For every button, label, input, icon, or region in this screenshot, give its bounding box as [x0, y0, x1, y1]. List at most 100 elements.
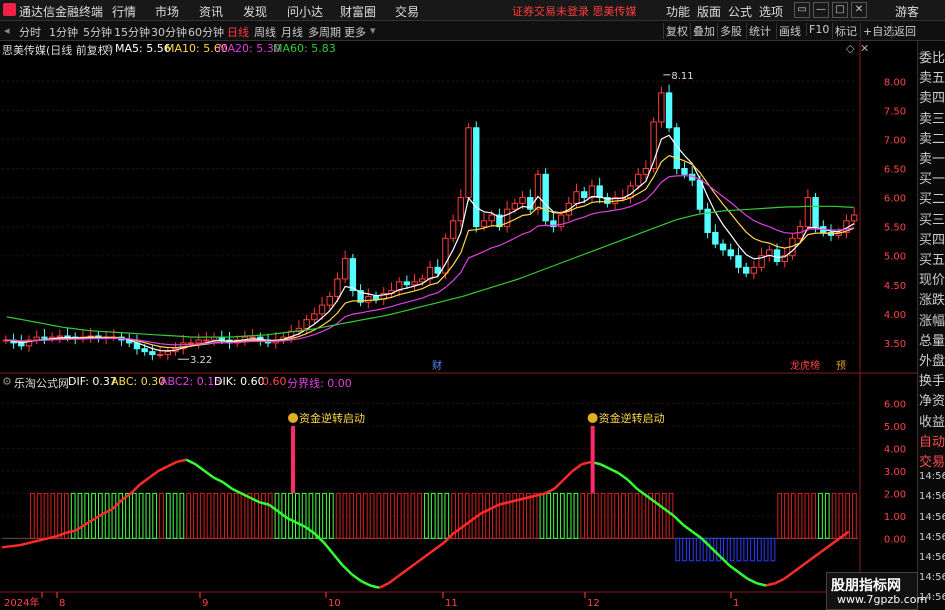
dif-line-segment	[231, 487, 242, 495]
menu-caifuquan[interactable]: 财富圈	[340, 3, 376, 20]
dif-line-segment	[673, 514, 684, 526]
candle-body	[727, 249, 734, 257]
price-tick-label: 5.50	[884, 223, 906, 234]
tab-weekly[interactable]: 周线	[254, 24, 276, 40]
dif-line-segment	[157, 465, 169, 473]
tab-5min[interactable]: 5分钟	[83, 24, 112, 40]
dif-line-segment	[553, 478, 565, 490]
candle-body	[326, 295, 333, 306]
tab-daily[interactable]: 日线	[227, 24, 249, 40]
side-panel-item: 14:56	[919, 552, 945, 563]
menu-shichang[interactable]: 市场	[155, 3, 179, 20]
dif-line-segment	[461, 519, 473, 529]
candle-body	[665, 92, 673, 129]
btn-tongji[interactable]: 统计	[746, 23, 773, 39]
dif-line-segment	[323, 542, 335, 555]
indicator-bar	[750, 537, 755, 562]
dif-line-segment	[29, 539, 40, 545]
side-panel-item: 卖三	[919, 111, 945, 127]
side-panel-item: 卖一	[919, 152, 945, 167]
dif-line-segment	[240, 492, 252, 499]
indicator-header: ⚙ 乐淘公式网 DIF: 0.37 ABC: 0.30 ABC2: 0.15 D…	[0, 374, 880, 390]
tab-15min[interactable]: 15分钟	[114, 24, 150, 40]
minimize-icon[interactable]: —	[813, 2, 829, 18]
toolbar-collapse-icon[interactable]: ◂	[4, 24, 10, 37]
dif-line-segment	[433, 541, 445, 551]
menu-xuanxiang[interactable]: 选项	[759, 3, 783, 20]
candle-body	[642, 167, 650, 175]
price-ma-lines: 8.11 3.22 财 龙虎榜 预	[5, 71, 855, 372]
pane-close-icon[interactable]: ✕	[860, 42, 869, 55]
settings-icon[interactable]: ⚙	[104, 42, 114, 55]
tab-more[interactable]: 更多	[344, 24, 366, 40]
dif-line-segment	[369, 584, 380, 589]
watermark-logo: 股朋指标网 www.7gpzb.com	[826, 572, 927, 610]
tab-30min[interactable]: 30分钟	[151, 24, 187, 40]
menu-jiaoyi[interactable]: 交易	[395, 3, 419, 20]
dif-line-segment	[802, 557, 813, 567]
tab-multi-period[interactable]: 多周期	[308, 24, 341, 40]
money-bag-icon	[587, 412, 598, 423]
period-toolbar: ◂ 分时 1分钟 5分钟 15分钟 30分钟 60分钟 日线 周线 月线 多周期…	[0, 21, 945, 41]
close-icon[interactable]: ✕	[851, 2, 867, 18]
price-tick-label: 8.00	[884, 77, 906, 88]
restore-icon[interactable]: ▭	[794, 2, 810, 18]
dif-line-segment	[838, 530, 850, 540]
candle-body	[635, 173, 642, 187]
side-panel-item: 14:56	[919, 531, 945, 543]
candle-body	[403, 281, 411, 286]
dif-line-segment	[452, 526, 463, 535]
dif-line-segment	[111, 499, 123, 510]
ma5-line	[5, 134, 855, 352]
pane-options-icon[interactable]: ◇	[846, 42, 854, 55]
btn-biaoji[interactable]: 标记	[832, 23, 859, 39]
side-panel-item: 总量	[919, 333, 945, 349]
indicator-bar	[675, 537, 681, 562]
dif-line-segment	[406, 562, 417, 571]
indicator-settings-icon[interactable]: ⚙	[2, 375, 12, 388]
maximize-icon[interactable]: □	[832, 2, 848, 18]
side-panel-item: 卖五	[919, 71, 945, 87]
title-bar: 通达信金融终端 行情 市场 资讯 发现 问小达 财富圈 交易 证券交易未登录 思…	[0, 0, 945, 21]
menu-hangqing[interactable]: 行情	[112, 3, 136, 20]
guest-button[interactable]: 游客	[895, 3, 919, 20]
tab-fenshi[interactable]: 分时	[19, 24, 41, 40]
tab-monthly[interactable]: 月线	[281, 24, 303, 40]
btn-diejia[interactable]: 叠加	[690, 23, 717, 39]
dif-line-segment	[765, 582, 776, 587]
side-panel-item: 涨跌	[919, 293, 945, 309]
more-dropdown-icon[interactable]: ▾	[370, 24, 376, 37]
chart-canvas[interactable]: 8.11 3.22 财 龙虎榜 预 3.50 4.00 4.50 5.00 5.50 6.00 6.…	[0, 0, 945, 609]
tab-1min[interactable]: 1分钟	[49, 24, 78, 40]
dif-line-segment	[397, 568, 408, 578]
btn-f10[interactable]: F10	[806, 23, 831, 36]
indicator-axis: 0.00 1.00 2.00 3.00 4.00 5.00 6.00	[884, 399, 906, 545]
candle-body	[434, 266, 441, 274]
tab-60min[interactable]: 60分钟	[188, 24, 224, 40]
dif-line-segment	[102, 507, 114, 515]
btn-fuquan[interactable]: 复权	[663, 23, 690, 39]
indicator-bar	[383, 492, 389, 539]
signal-bar	[291, 425, 296, 494]
candle-body	[365, 295, 372, 303]
indicator-bar	[770, 537, 776, 562]
app-logo-icon	[3, 3, 16, 16]
candle-body	[18, 342, 25, 347]
menu-zixun[interactable]: 资讯	[199, 3, 223, 20]
menu-faxian[interactable]: 发现	[243, 3, 267, 20]
menu-banmian[interactable]: 版面	[697, 3, 721, 20]
dif-line-segment	[617, 472, 629, 481]
dik-value-label: 0.60	[262, 375, 287, 388]
candle-body	[773, 249, 781, 263]
candle-body	[164, 351, 172, 356]
menu-gongshi[interactable]: 公式	[728, 3, 752, 20]
candle-body	[480, 220, 488, 228]
btn-duogu[interactable]: 多股	[717, 23, 744, 39]
indicator-bar	[553, 492, 558, 539]
btn-huaxian[interactable]: 画线	[776, 23, 803, 39]
btn-back[interactable]: 返回	[891, 23, 918, 39]
menu-gongneng[interactable]: 功能	[666, 3, 690, 20]
dif-line-segment	[139, 476, 151, 486]
menu-wenxiaoda[interactable]: 问小达	[287, 3, 323, 20]
candle-body	[804, 197, 812, 228]
